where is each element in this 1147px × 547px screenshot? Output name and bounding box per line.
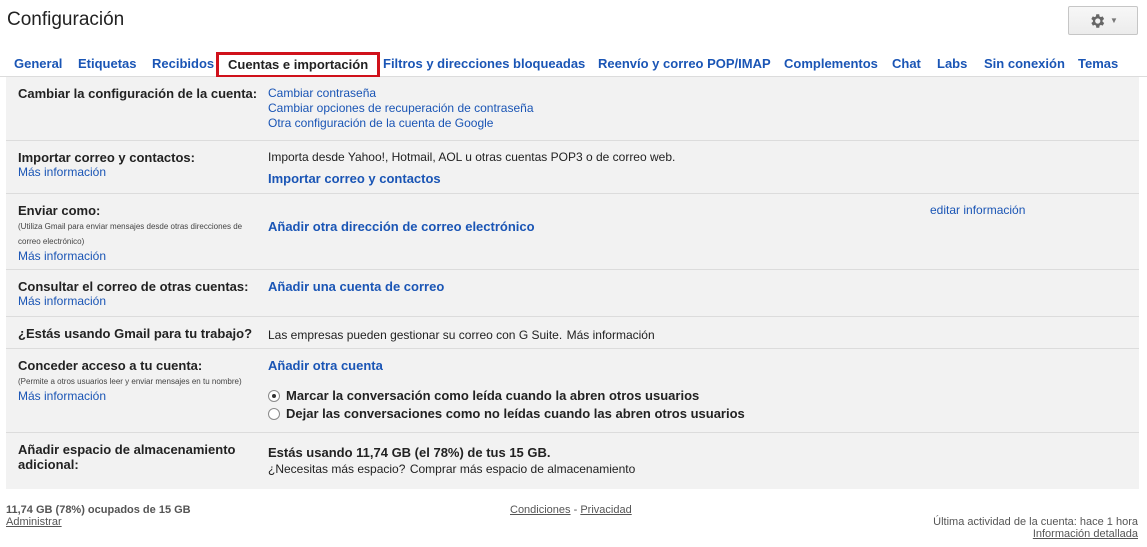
footer-storage: 11,74 GB (78%) ocupados de 15 GB Adminis… [6, 504, 191, 528]
caret-down-icon: ▼ [1110, 15, 1118, 25]
radio-option-mark-read[interactable]: Marcar la conversación como leída cuando… [268, 388, 1108, 404]
row-label: Añadir espacio de almacenamiento adicion… [18, 442, 236, 472]
row-description: (Permite a otros usuarios leer y enviar … [18, 377, 242, 386]
gsuite-text: Las empresas pueden gestionar su correo … [268, 328, 563, 342]
row-value-cell: Añadir otra cuenta Marcar la conversació… [268, 358, 1108, 422]
row-label-cell: Consultar el correo de otras cuentas: Má… [18, 279, 258, 309]
edit-info-link[interactable]: editar información [930, 203, 1025, 217]
tab-complementos[interactable]: Complementos [784, 56, 878, 71]
row-gmail-for-work: ¿Estás usando Gmail para tu trabajo? Las… [6, 317, 1139, 349]
storage-usage-text: Estás usando 11,74 GB (el 78%) de tus 15… [268, 445, 551, 460]
tab-chat[interactable]: Chat [892, 56, 921, 71]
import-mail-contacts-link[interactable]: Importar correo y contactos [268, 171, 1108, 186]
row-value-cell: Cambiar contraseña Cambiar opciones de r… [268, 86, 1108, 131]
row-label: Enviar como: [18, 203, 101, 218]
add-email-address-link[interactable]: Añadir otra dirección de correo electrón… [268, 219, 1108, 234]
import-description: Importa desde Yahoo!, Hotmail, AOL u otr… [268, 150, 676, 164]
tab-labs[interactable]: Labs [937, 56, 967, 71]
row-label: Consultar el correo de otras cuentas: [18, 279, 249, 294]
last-activity-text: Última actividad de la cuenta: hace 1 ho… [933, 516, 1138, 528]
add-mail-account-link[interactable]: Añadir una cuenta de correo [268, 279, 1108, 294]
storage-question: ¿Necesitas más espacio? [268, 462, 406, 476]
row-label-cell: Añadir espacio de almacenamiento adicion… [18, 442, 258, 472]
tab-general[interactable]: General [14, 56, 62, 71]
more-info-link[interactable]: Más información [18, 389, 258, 404]
details-link[interactable]: Información detallada [1033, 528, 1138, 540]
tab-filtros[interactable]: Filtros y direcciones bloqueadas [383, 56, 585, 71]
radio-button[interactable] [268, 390, 280, 402]
footer-links: Condiciones - Privacidad [510, 504, 632, 516]
row-grant-access: Conceder acceso a tu cuenta: (Permite a … [6, 349, 1139, 433]
settings-button[interactable]: ▼ [1068, 6, 1138, 35]
row-label-cell: Importar correo y contactos: Más informa… [18, 150, 258, 180]
tab-temas[interactable]: Temas [1078, 56, 1118, 71]
more-info-link[interactable]: Más información [18, 249, 258, 264]
row-label-cell: Enviar como: (Utiliza Gmail para enviar … [18, 203, 258, 264]
row-value-cell: Importa desde Yahoo!, Hotmail, AOL u otr… [268, 150, 1108, 186]
radio-label: Dejar las conversaciones como no leídas … [286, 406, 745, 421]
header: Configuración ▼ [0, 0, 1147, 44]
row-label: Conceder acceso a tu cuenta: [18, 358, 203, 373]
row-value-cell: Las empresas pueden gestionar su correo … [268, 326, 1108, 344]
tab-cuentas-importacion[interactable]: Cuentas e importación [216, 52, 381, 78]
footer-separator: - [573, 504, 578, 516]
settings-table: Cambiar la configuración de la cuenta: C… [6, 77, 1139, 489]
gear-icon [1088, 12, 1106, 30]
privacy-link[interactable]: Privacidad [580, 504, 631, 516]
google-account-settings-link[interactable]: Otra configuración de la cuenta de Googl… [268, 116, 1108, 131]
row-label-cell: Cambiar la configuración de la cuenta: [18, 86, 258, 101]
radio-button[interactable] [268, 408, 280, 420]
row-value-cell: Añadir una cuenta de correo [268, 279, 1108, 294]
radio-label: Marcar la conversación como leída cuando… [286, 388, 700, 403]
row-label-cell: ¿Estás usando Gmail para tu trabajo? [18, 326, 258, 341]
footer-activity: Última actividad de la cuenta: hace 1 ho… [933, 516, 1138, 540]
more-info-link[interactable]: Más información [567, 328, 655, 342]
row-label: ¿Estás usando Gmail para tu trabajo? [18, 326, 253, 341]
manage-link[interactable]: Administrar [6, 516, 62, 528]
row-label: Cambiar la configuración de la cuenta: [18, 86, 258, 101]
row-value-cell: Estás usando 11,74 GB (el 78%) de tus 15… [268, 445, 1108, 478]
change-recovery-link[interactable]: Cambiar opciones de recuperación de cont… [268, 101, 1108, 116]
row-label-cell: Conceder acceso a tu cuenta: (Permite a … [18, 358, 258, 404]
terms-link[interactable]: Condiciones [510, 504, 571, 516]
page-title: Configuración [7, 9, 125, 30]
row-add-storage: Añadir espacio de almacenamiento adicion… [6, 433, 1139, 489]
row-check-mail: Consultar el correo de otras cuentas: Má… [6, 270, 1139, 317]
settings-tabs: General Etiquetas Recibidos Cuentas e im… [0, 52, 1147, 78]
more-info-link[interactable]: Más información [18, 165, 258, 180]
row-import: Importar correo y contactos: Más informa… [6, 141, 1139, 194]
row-description: (Utiliza Gmail para enviar mensajes desd… [18, 222, 243, 246]
tab-sin-conexion[interactable]: Sin conexión [984, 56, 1065, 71]
tab-recibidos[interactable]: Recibidos [152, 56, 214, 71]
change-password-link[interactable]: Cambiar contraseña [268, 86, 1108, 101]
row-send-as: Enviar como: (Utiliza Gmail para enviar … [6, 194, 1139, 270]
row-label: Importar correo y contactos: [18, 150, 195, 165]
more-info-link[interactable]: Más información [18, 294, 258, 309]
storage-used-text: 11,74 GB (78%) ocupados de 15 GB [6, 504, 191, 516]
radio-option-leave-unread[interactable]: Dejar las conversaciones como no leídas … [268, 406, 1108, 422]
tab-reenvio[interactable]: Reenvío y correo POP/IMAP [598, 56, 771, 71]
add-another-account-link[interactable]: Añadir otra cuenta [268, 358, 1108, 373]
buy-storage-link[interactable]: Comprar más espacio de almacenamiento [410, 462, 635, 476]
tab-etiquetas[interactable]: Etiquetas [78, 56, 137, 71]
row-account-settings: Cambiar la configuración de la cuenta: C… [6, 77, 1139, 141]
